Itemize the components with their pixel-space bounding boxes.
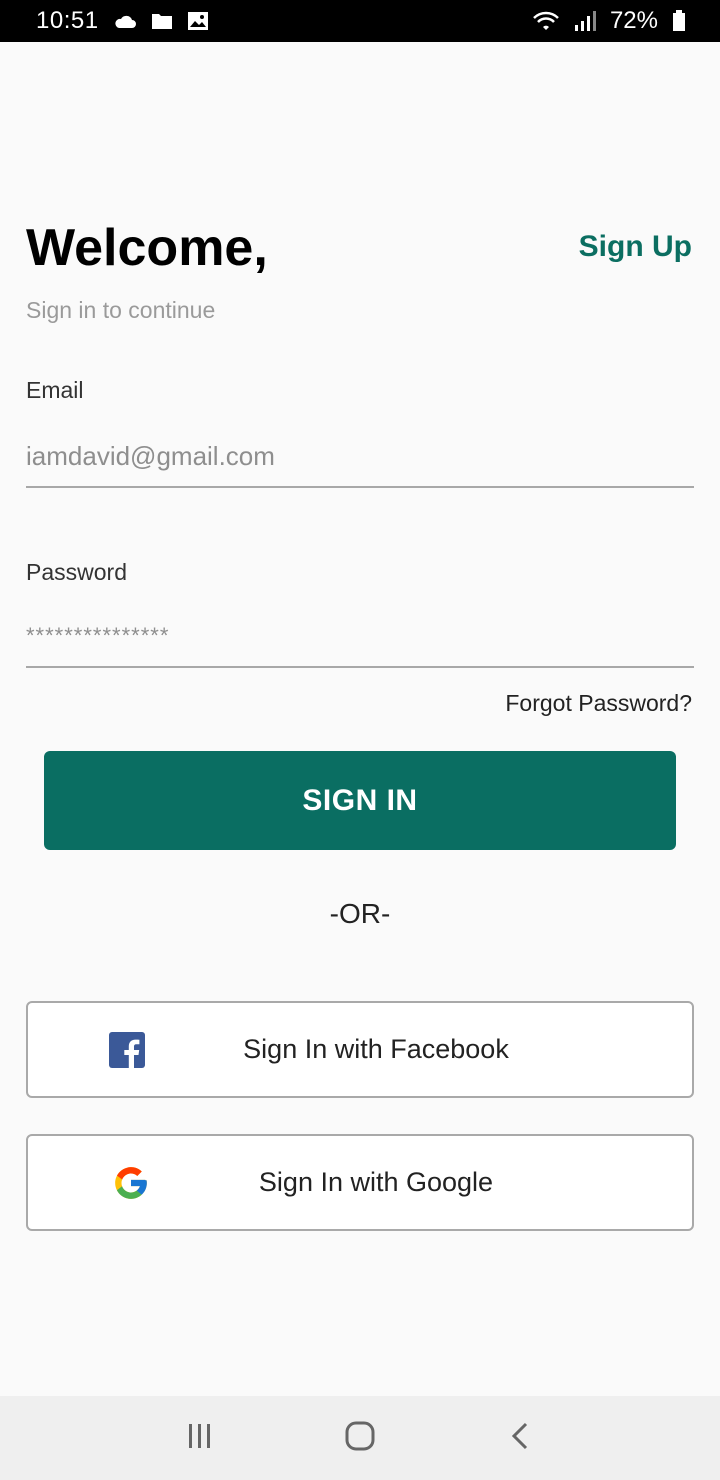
page-subtitle: Sign in to continue (26, 297, 216, 323)
email-label: Email (26, 377, 84, 403)
facebook-button-label: Sign In with Facebook (243, 1034, 509, 1064)
back-icon (508, 1420, 532, 1457)
or-divider: -OR- (329, 898, 391, 929)
status-right: 72% (532, 7, 686, 35)
battery-icon (672, 10, 686, 32)
recent-apps-button[interactable] (170, 1408, 230, 1468)
password-label: Password (26, 559, 127, 585)
sign-up-link[interactable]: Sign Up (579, 230, 692, 264)
image-icon (187, 11, 209, 31)
google-sign-in-button[interactable]: Sign In with Google (26, 1134, 694, 1231)
status-bar: 10:51 72% (0, 0, 720, 42)
cloud-icon (113, 13, 137, 29)
wifi-icon (532, 10, 560, 32)
folder-icon (151, 12, 173, 30)
sign-in-button[interactable]: SIGN IN (44, 751, 676, 850)
page-title: Welcome, (26, 219, 268, 277)
google-button-label: Sign In with Google (258, 1167, 494, 1197)
password-field[interactable] (26, 606, 694, 668)
sign-in-screen: 10:51 72% Welcome, Sign Up Sign in to co… (0, 0, 720, 1480)
home-button[interactable] (330, 1408, 390, 1468)
forgot-password-link[interactable]: Forgot Password? (505, 690, 692, 717)
system-navigation-bar (0, 1396, 720, 1480)
facebook-sign-in-button[interactable]: Sign In with Facebook (26, 1001, 694, 1098)
home-icon (344, 1420, 376, 1457)
status-time: 10:51 (36, 7, 99, 34)
battery-percentage: 72% (609, 7, 658, 34)
recent-apps-icon (185, 1421, 215, 1456)
status-left: 10:51 (36, 7, 209, 35)
signal-icon (574, 10, 596, 32)
email-field[interactable] (26, 426, 694, 488)
back-button[interactable] (490, 1408, 550, 1468)
